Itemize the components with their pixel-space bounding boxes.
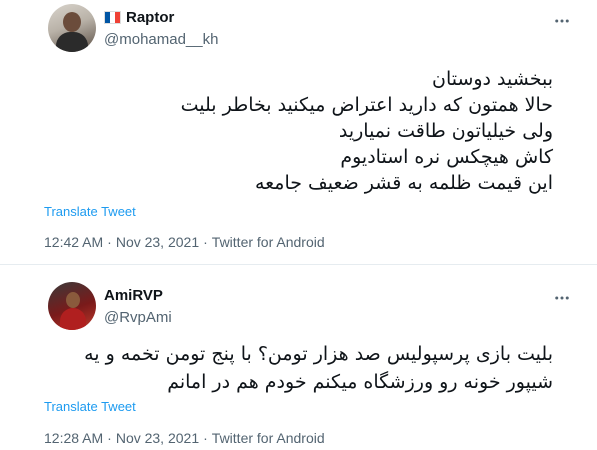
user-handle[interactable]: @mohamad__kh (104, 31, 218, 48)
tweet-divider (0, 264, 597, 265)
tweet-time[interactable]: 12:42 AM (44, 234, 103, 250)
meta-separator: · (107, 430, 112, 446)
tweet-text: بلیت بازی پرسپولیس صد هزار تومن؟ با پنج … (44, 340, 553, 396)
tweet-1: Raptor @mohamad__kh ببخشید دوستان حالا ه… (0, 0, 597, 262)
tweet-date[interactable]: Nov 23, 2021 (116, 234, 199, 250)
tweet-source[interactable]: Twitter for Android (212, 234, 325, 250)
tweet-text-line: این قیمت ظلمه به قشر ضعیف جامعه (254, 172, 553, 194)
tweet-text-line: بلیت بازی پرسپولیس صد هزار تومن؟ با پنج … (84, 343, 553, 365)
user-handle[interactable]: @RvpAmi (104, 309, 172, 326)
more-options-button[interactable] (551, 10, 573, 32)
tweet-text-line: حالا همتون که دارید اعتراض میکنید بخاطر … (180, 94, 553, 116)
tweet-time[interactable]: 12:28 AM (44, 430, 103, 446)
avatar[interactable] (48, 4, 96, 52)
tweet-text: ببخشید دوستان حالا همتون که دارید اعتراض… (44, 66, 553, 196)
tweet-meta: 12:28 AM · Nov 23, 2021 · Twitter for An… (44, 430, 325, 446)
author-name-row[interactable]: Raptor (104, 9, 174, 26)
tweet-date[interactable]: Nov 23, 2021 (116, 430, 199, 446)
tweet-2: AmiRVP @RvpAmi بلیت بازی پرسپولیس صد هزا… (0, 270, 597, 450)
more-options-button[interactable] (551, 287, 573, 309)
meta-separator: · (107, 234, 112, 250)
more-options-icon (555, 296, 569, 300)
tweet-text-line: ببخشید دوستان (431, 68, 553, 90)
france-flag-icon (104, 11, 121, 24)
tweet-text-line: ولی خیلیاتون طاقت نمیارید (338, 120, 553, 142)
meta-separator: · (203, 430, 208, 446)
tweet-text-line: کاش هیچکس نره استادیوم (340, 146, 553, 168)
meta-separator: · (203, 234, 208, 250)
tweet-source[interactable]: Twitter for Android (212, 430, 325, 446)
avatar[interactable] (48, 282, 96, 330)
display-name[interactable]: Raptor (126, 9, 174, 26)
tweet-text-line: شیپور خونه رو ورزشگاه میکنم خودم هم در ا… (167, 371, 553, 393)
translate-tweet-link[interactable]: Translate Tweet (44, 204, 136, 219)
translate-tweet-link[interactable]: Translate Tweet (44, 399, 136, 414)
display-name[interactable]: AmiRVP (104, 287, 163, 304)
author-name-row[interactable]: AmiRVP (104, 287, 163, 304)
more-options-icon (555, 19, 569, 23)
tweet-meta: 12:42 AM · Nov 23, 2021 · Twitter for An… (44, 234, 325, 250)
